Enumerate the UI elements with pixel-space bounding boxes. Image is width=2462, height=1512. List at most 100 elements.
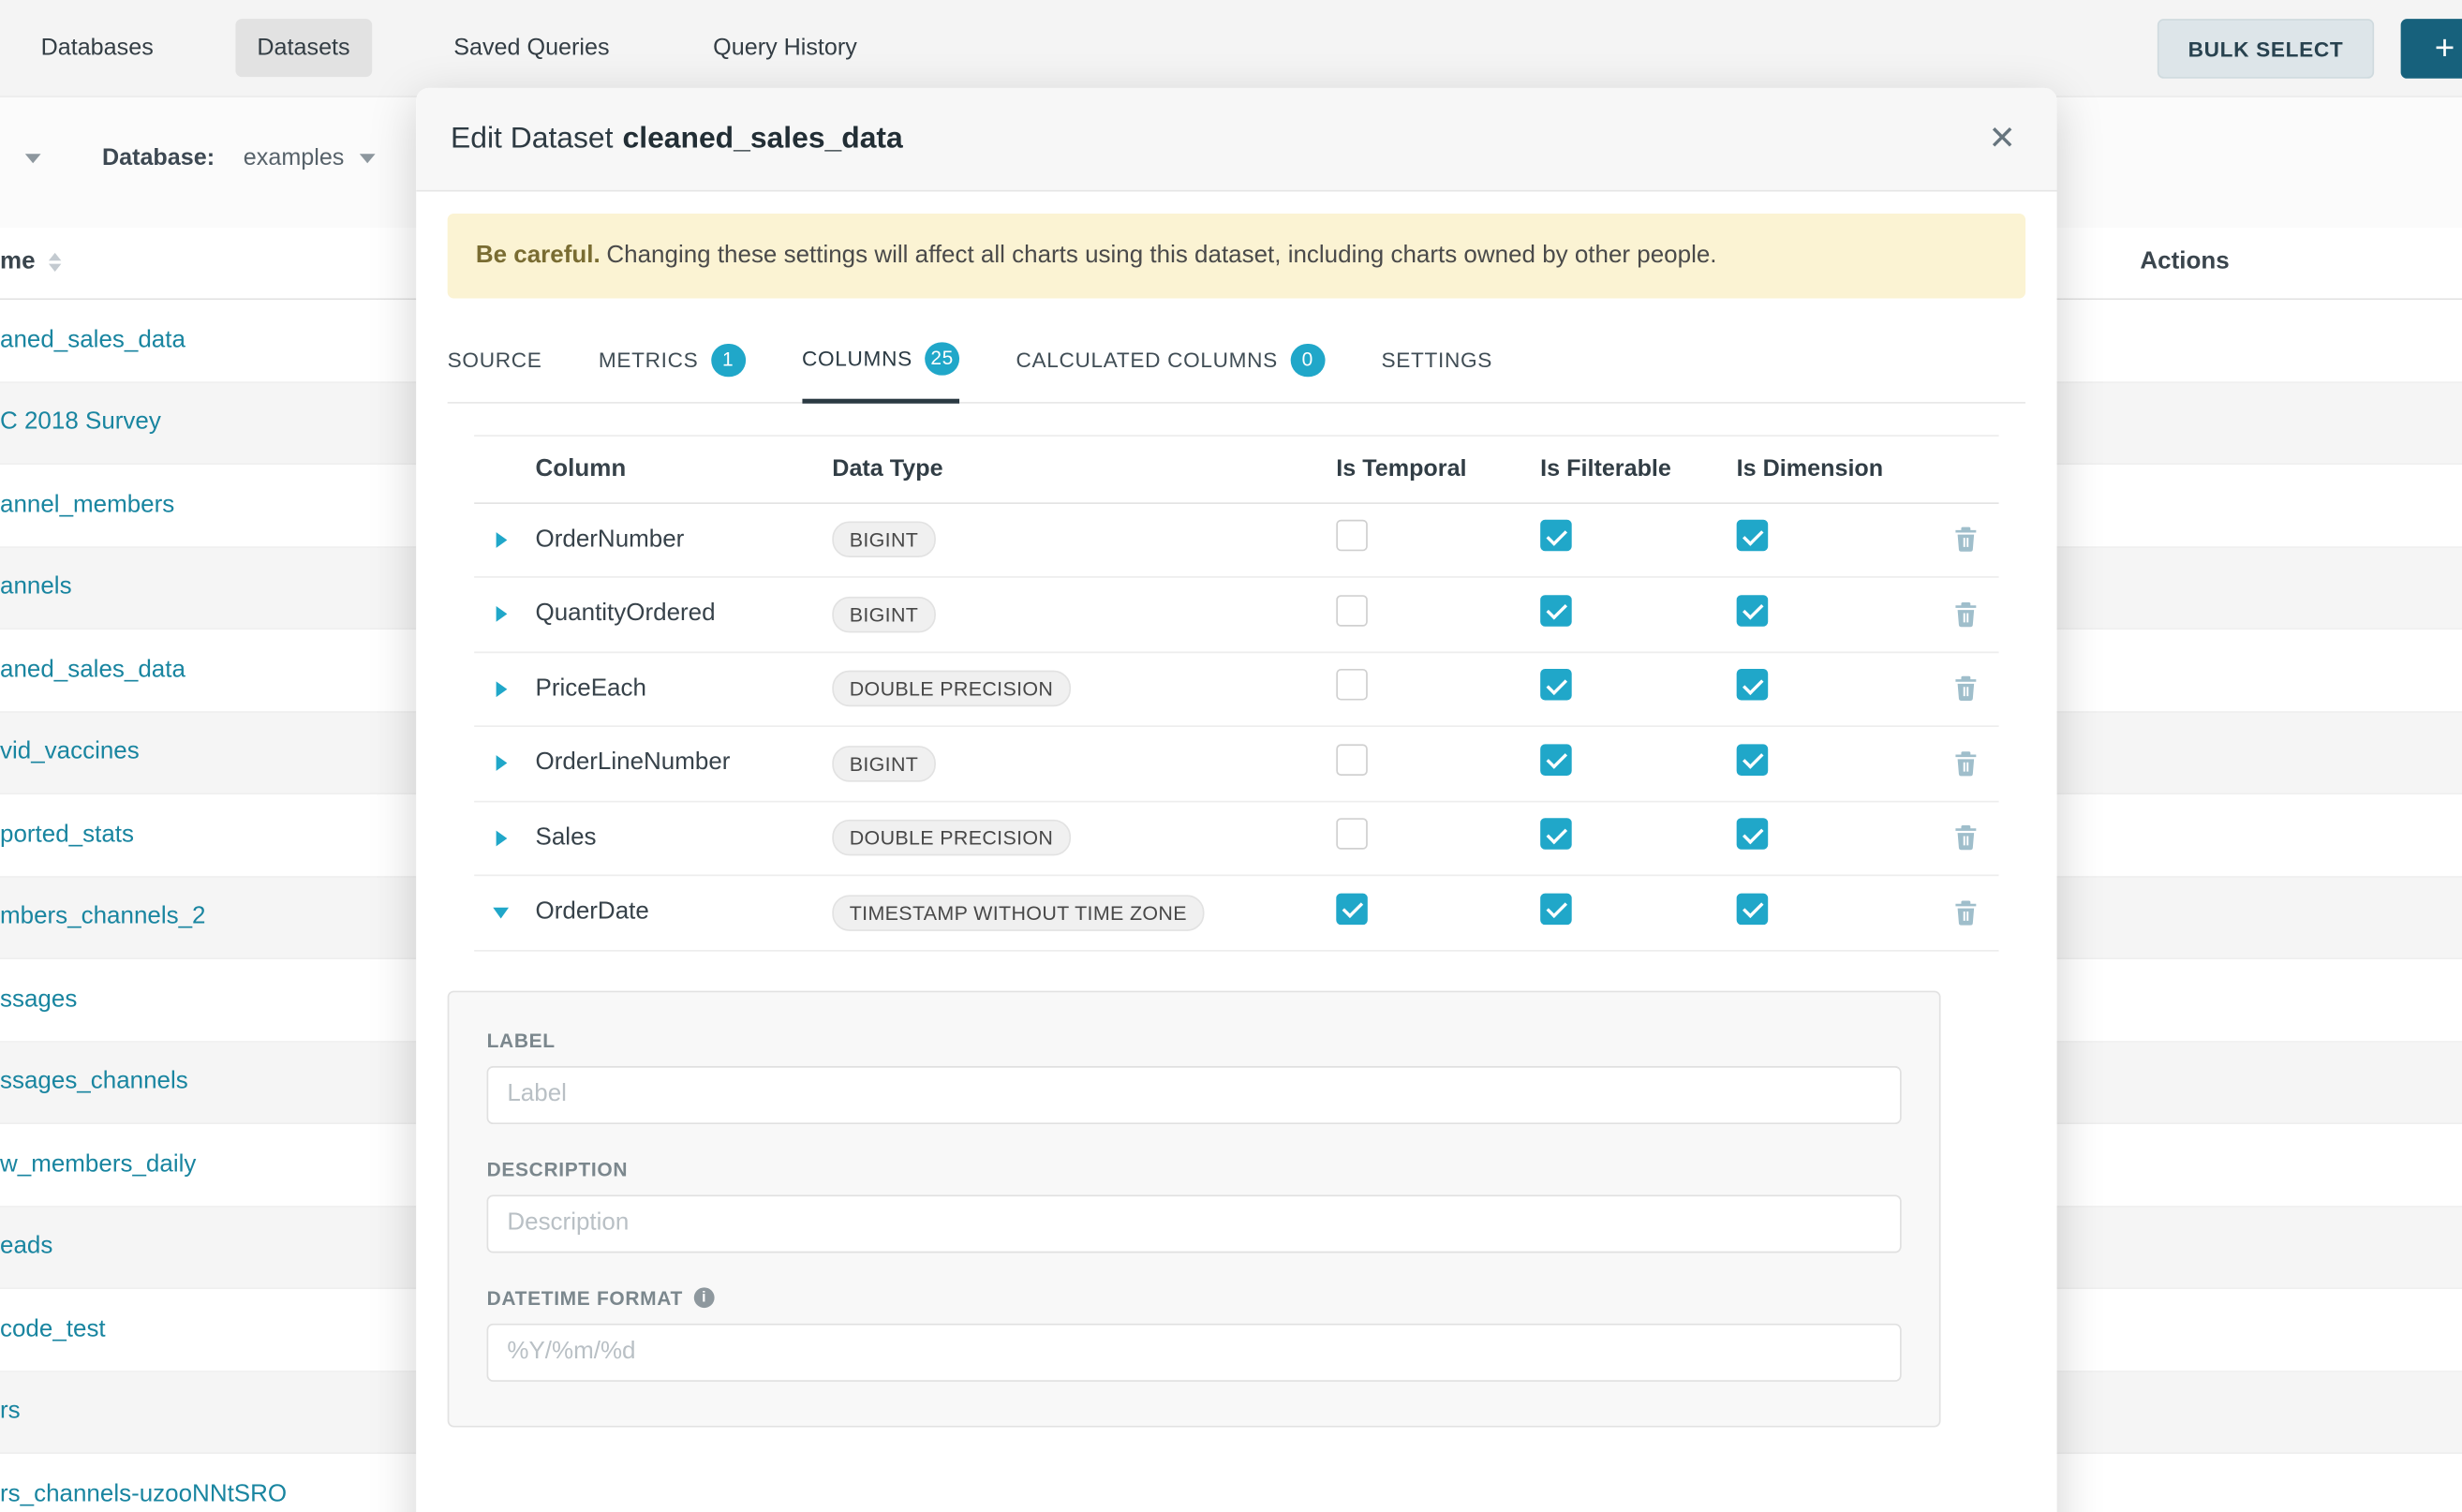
caret-shape	[493, 908, 509, 919]
close-icon[interactable]: ✕	[1982, 116, 2023, 162]
dataset-link[interactable]: C 2018 Survey	[0, 408, 161, 437]
datetime-format-input[interactable]	[487, 1323, 1902, 1381]
top-nav: Databases Datasets Saved Queries Query H…	[0, 0, 2462, 97]
column-name: OrderLineNumber	[527, 749, 830, 778]
is-temporal-header: Is Temporal	[1327, 455, 1531, 482]
dataset-link[interactable]: w_members_daily	[0, 1150, 196, 1178]
sort-icon[interactable]	[50, 253, 62, 272]
dataset-link[interactable]: ssages_channels	[0, 1068, 188, 1096]
is-filterable-checkbox[interactable]	[1540, 819, 1572, 851]
caret-shape	[496, 681, 507, 697]
is-dimension-header: Is Dimension	[1728, 455, 1932, 482]
dataset-link[interactable]: mbers_channels_2	[0, 903, 206, 931]
is-filterable-checkbox[interactable]	[1540, 670, 1572, 702]
dataset-link[interactable]: aned_sales_data	[0, 326, 185, 354]
dataset-link[interactable]: aned_sales_data	[0, 656, 185, 684]
label-input[interactable]	[487, 1065, 1902, 1123]
column-row: OrderLineNumber BIGINT	[474, 727, 1998, 802]
dataset-link[interactable]: ported_stats	[0, 821, 134, 849]
tab-label: COLUMNS	[802, 347, 912, 370]
tab-source[interactable]: SOURCE	[448, 323, 542, 403]
dataset-link[interactable]: eads	[0, 1233, 52, 1261]
database-filter-value: examples	[244, 144, 345, 170]
column-row: PriceEach DOUBLE PRECISION	[474, 653, 1998, 728]
delete-column-button[interactable]	[1950, 748, 1981, 780]
columns-table-header: Column Data Type Is Temporal Is Filterab…	[474, 435, 1998, 504]
column-name: Sales	[527, 824, 830, 852]
modal-title-prefix: Edit Dataset	[451, 122, 613, 155]
tab-settings[interactable]: SETTINGS	[1382, 323, 1493, 403]
is-temporal-checkbox[interactable]	[1336, 819, 1368, 851]
expand-caret-icon[interactable]	[492, 603, 509, 625]
delete-column-button[interactable]	[1950, 673, 1981, 705]
trash-icon	[1952, 825, 1978, 852]
is-dimension-checkbox[interactable]	[1737, 894, 1769, 926]
calculated-columns-count-badge: 0	[1290, 344, 1325, 377]
is-filterable-checkbox[interactable]	[1540, 595, 1572, 627]
datetime-format-field-label: DATETIME FORMATi	[487, 1287, 1902, 1309]
description-field-group: DESCRIPTION	[487, 1158, 1902, 1253]
nav-item-datasets[interactable]: Datasets	[235, 19, 372, 77]
caret-shape	[496, 756, 507, 772]
dataset-link[interactable]: code_test	[0, 1315, 106, 1343]
data-type-pill: TIMESTAMP WITHOUT TIME ZONE	[832, 895, 1204, 931]
description-field-label: DESCRIPTION	[487, 1158, 1902, 1179]
tab-metrics[interactable]: METRICS1	[599, 323, 746, 403]
column-name: QuantityOrdered	[527, 600, 830, 629]
name-header-label: me	[0, 248, 36, 276]
is-dimension-checkbox[interactable]	[1737, 744, 1769, 776]
is-filterable-checkbox[interactable]	[1540, 520, 1572, 552]
is-temporal-checkbox[interactable]	[1336, 520, 1368, 552]
column-row: OrderNumber BIGINT	[474, 503, 1998, 578]
info-icon[interactable]: i	[694, 1288, 715, 1309]
tab-columns[interactable]: COLUMNS 25	[802, 323, 959, 403]
nav-item-saved-queries[interactable]: Saved Queries	[432, 19, 631, 77]
delete-column-button[interactable]	[1950, 897, 1981, 929]
tab-label: CALCULATED COLUMNS	[1016, 348, 1277, 372]
dataset-link[interactable]: ssages	[0, 986, 77, 1014]
name-column-header: me	[0, 248, 62, 276]
is-temporal-checkbox[interactable]	[1336, 744, 1368, 776]
columns-count-badge: 25	[925, 342, 959, 375]
is-temporal-checkbox[interactable]	[1336, 595, 1368, 627]
delete-column-button[interactable]	[1950, 598, 1981, 630]
tab-calculated-columns[interactable]: CALCULATED COLUMNS 0	[1016, 323, 1325, 403]
chevron-down-icon[interactable]	[25, 154, 41, 163]
delete-column-button[interactable]	[1950, 822, 1981, 854]
is-temporal-checkbox[interactable]	[1336, 670, 1368, 702]
page-root: Databases Datasets Saved Queries Query H…	[0, 0, 2462, 1512]
expand-caret-icon[interactable]	[492, 827, 509, 849]
add-dataset-button[interactable]: +	[2401, 19, 2462, 79]
warning-banner: Be careful.Changing these settings will …	[448, 214, 2025, 298]
is-filterable-checkbox[interactable]	[1540, 744, 1572, 776]
nav-item-query-history[interactable]: Query History	[691, 19, 880, 77]
columns-table-body: OrderNumber BIGINT	[474, 503, 1998, 951]
nav-item-databases[interactable]: Databases	[19, 19, 175, 77]
is-temporal-checkbox[interactable]	[1336, 894, 1368, 926]
bulk-select-button[interactable]: BULK SELECT	[2158, 19, 2374, 79]
expand-caret-icon[interactable]	[492, 678, 509, 700]
dataset-link[interactable]: vid_vaccines	[0, 738, 140, 766]
delete-column-button[interactable]	[1950, 524, 1981, 556]
column-row: Sales DOUBLE PRECISION	[474, 802, 1998, 877]
is-filterable-checkbox[interactable]	[1540, 894, 1572, 926]
dataset-link[interactable]: annels	[0, 573, 72, 601]
expand-caret-icon[interactable]	[492, 529, 509, 551]
is-dimension-checkbox[interactable]	[1737, 670, 1769, 702]
tab-label: SOURCE	[448, 348, 542, 372]
tab-label: METRICS	[599, 348, 699, 372]
dataset-link[interactable]: rs_channels-uzooNNtSRO	[0, 1480, 287, 1508]
is-dimension-checkbox[interactable]	[1737, 520, 1769, 552]
dataset-link[interactable]: annel_members	[0, 491, 174, 519]
database-filter-select[interactable]: examples	[244, 144, 376, 170]
dataset-link[interactable]: rs	[0, 1398, 21, 1426]
modal-header: Edit Datasetcleaned_sales_data ✕	[416, 88, 2056, 192]
is-dimension-checkbox[interactable]	[1737, 595, 1769, 627]
caret-shape	[496, 831, 507, 847]
tab-label: SETTINGS	[1382, 348, 1493, 372]
expand-caret-icon[interactable]	[490, 904, 512, 921]
description-input[interactable]	[487, 1194, 1902, 1253]
expand-caret-icon[interactable]	[492, 753, 509, 775]
datetime-format-field-group: DATETIME FORMATi	[487, 1287, 1902, 1382]
is-dimension-checkbox[interactable]	[1737, 819, 1769, 851]
